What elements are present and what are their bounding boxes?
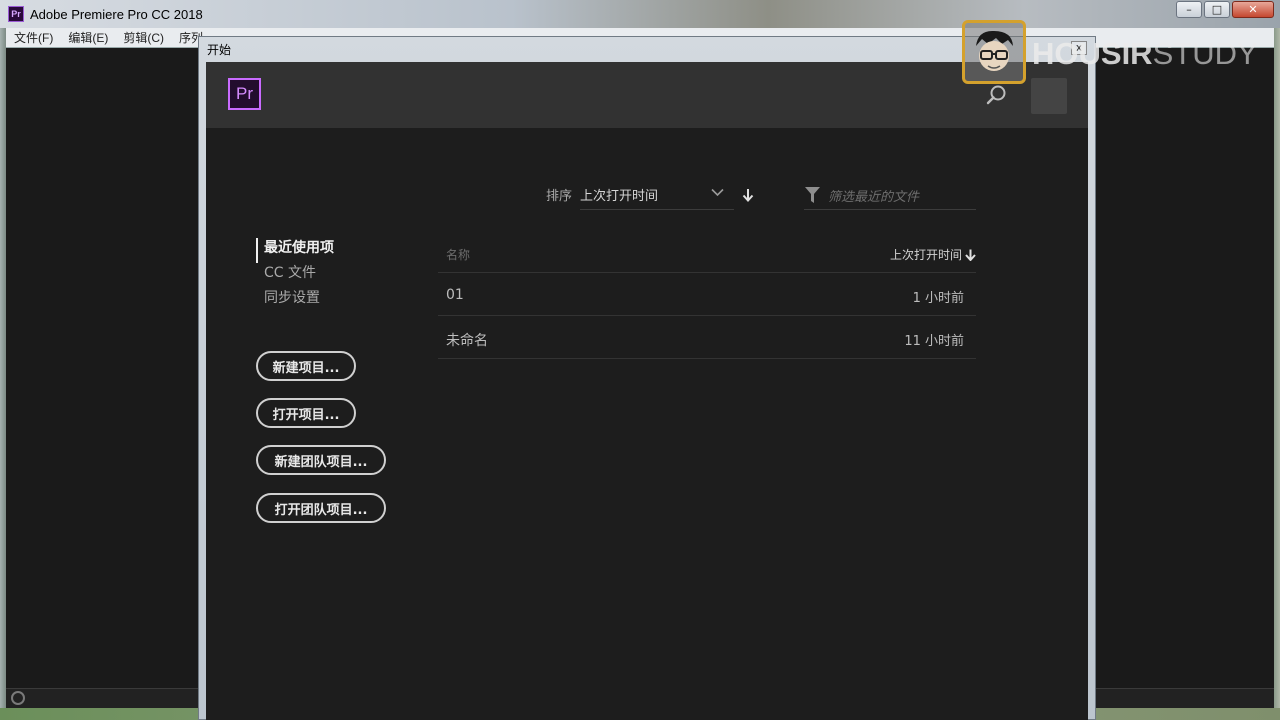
sort-label: 排序	[546, 189, 573, 204]
new-team-project-button[interactable]: 新建团队项目...	[256, 445, 386, 475]
column-time-label: 上次打开时间	[889, 248, 962, 262]
watermark-mascot-icon	[962, 20, 1026, 84]
housir-watermark: HOUSIRSTUDY	[962, 20, 1262, 86]
premiere-app-icon: Pr	[8, 6, 24, 22]
window-right-border	[1274, 28, 1280, 720]
new-project-button[interactable]: 新建项目...	[256, 351, 356, 381]
file-last-opened: 1 小时前	[912, 291, 964, 306]
file-last-opened: 11 小时前	[904, 334, 964, 349]
app-title: Adobe Premiere Pro CC 2018	[30, 6, 203, 22]
sort-direction-arrow-icon[interactable]	[742, 188, 754, 202]
premiere-logo: Pr	[228, 78, 261, 110]
column-time-header[interactable]: 上次打开时间	[890, 246, 976, 263]
nav-cc-files[interactable]: CC 文件	[256, 263, 334, 288]
sort-dropdown[interactable]: 上次打开时间	[580, 178, 734, 210]
dialog-nav: 最近使用项 CC 文件 同步设置	[256, 238, 334, 313]
filter-funnel-icon	[805, 187, 820, 203]
open-team-project-button[interactable]: 打开团队项目...	[256, 493, 386, 523]
maximize-button[interactable]: □	[1204, 1, 1230, 18]
filter-recent-files-input[interactable]: 筛选最近的文件	[804, 178, 976, 210]
sort-value: 上次打开时间	[580, 189, 659, 204]
close-window-button[interactable]: ✕	[1232, 1, 1274, 18]
menu-clip[interactable]: 剪辑(C)	[115, 29, 171, 46]
start-dialog: Pr 排序 上次打开时间 筛选最近的文件 最近使用项 CC 文件 同步设置 新建…	[206, 62, 1088, 720]
menu-edit[interactable]: 编辑(E)	[60, 29, 115, 46]
nav-recent[interactable]: 最近使用项	[256, 238, 334, 263]
column-name-header[interactable]: 名称	[446, 246, 470, 263]
open-project-button[interactable]: 打开项目...	[256, 398, 356, 428]
nav-sync-settings[interactable]: 同步设置	[256, 288, 334, 313]
chevron-down-icon	[711, 188, 724, 197]
recent-files-list: 名称 上次打开时间 01 1 小时前 未命名 11 小时前	[438, 233, 976, 359]
watermark-part2: STUDY	[1152, 36, 1258, 71]
watermark-text: HOUSIRSTUDY	[1032, 36, 1258, 72]
list-header: 名称 上次打开时间	[438, 233, 976, 273]
dialog-title: 开始	[207, 43, 232, 57]
window-controls: – □ ✕	[1176, 1, 1274, 18]
minimize-button[interactable]: –	[1176, 1, 1202, 18]
list-item[interactable]: 未命名 11 小时前	[438, 316, 976, 359]
file-name: 01	[446, 287, 464, 303]
filter-placeholder: 筛选最近的文件	[828, 190, 920, 205]
search-icon[interactable]	[986, 84, 1008, 106]
dialog-header: Pr	[206, 62, 1088, 128]
sort-desc-arrow-icon	[965, 249, 976, 261]
creative-cloud-icon[interactable]	[11, 691, 25, 705]
watermark-part1: HOUSIR	[1032, 36, 1153, 71]
list-item[interactable]: 01 1 小时前	[438, 273, 976, 316]
file-name: 未命名	[446, 333, 488, 349]
menu-file[interactable]: 文件(F)	[6, 29, 60, 46]
